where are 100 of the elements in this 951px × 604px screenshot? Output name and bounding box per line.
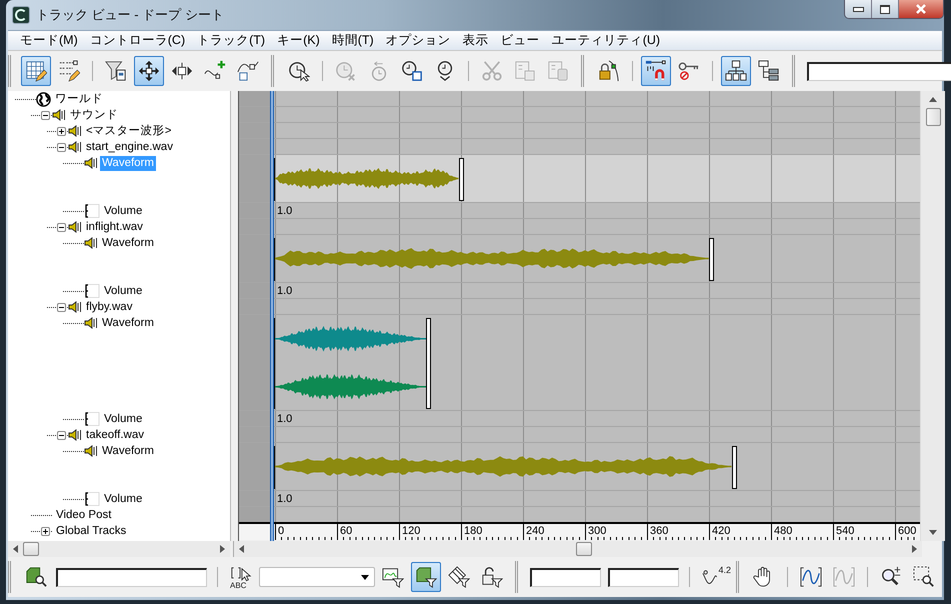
tree-item[interactable]: Waveform [100,444,156,458]
menu-item[interactable]: オプション [380,32,457,49]
ruler-label: 120 [399,524,461,540]
menu-item[interactable]: ユーティリティ(U) [546,32,666,49]
key-prohibited-icon [678,60,700,82]
hierarchy-button[interactable] [721,56,751,86]
scroll-up-arrow[interactable] [929,97,937,102]
ruler-label: 0 [275,524,337,540]
tree-item[interactable]: Global Tracks [54,524,128,538]
tree-item[interactable]: start_engine.wav [84,140,175,154]
copy-blocks-icon [514,60,536,82]
curve-plus-icon [204,60,226,82]
expand-toggle[interactable] [57,222,66,232]
tree-item[interactable]: Volume [102,412,144,426]
table-pencil-button[interactable] [21,56,51,86]
menu-item[interactable]: コントローラ(C) [84,32,192,49]
minimize-button[interactable] [845,0,872,18]
clock-square-icon [401,60,423,82]
tree-item[interactable]: flyby.wav [84,300,134,314]
tree-item[interactable]: Volume [102,492,144,506]
text-field[interactable] [807,62,951,80]
scroll-thumb[interactable] [576,542,592,556]
expand-toggle[interactable] [41,526,50,536]
paste-blocks-icon [547,60,569,82]
speaker-icon [68,124,82,138]
expand-toggle[interactable] [57,126,66,136]
expand-toggle[interactable] [41,110,50,120]
menu-item[interactable]: 表示 [456,32,495,49]
curve-point-button[interactable]: 4.2 [698,562,728,592]
list-pencil-icon [58,60,80,82]
time-ruler[interactable]: 0 60 120 180 240 300 360 420 480 540 600 [239,522,920,540]
expand-toggle[interactable] [57,142,66,152]
speaker-icon [68,428,82,442]
clip-end-handle[interactable] [732,446,736,489]
time-slider[interactable] [270,91,274,541]
curve-funnel-icon [382,566,404,588]
expand-toggle[interactable] [57,430,66,440]
menu-item[interactable]: モード(M) [14,32,84,49]
menu-item[interactable]: ビュー [494,32,546,49]
scroll-thumb[interactable] [926,108,940,126]
move-arrows-button[interactable] [134,56,164,86]
clip-end-handle[interactable] [708,238,714,281]
window-title: トラック ビュー - ドープ シート [36,6,225,24]
table-pencil-icon [25,60,47,82]
cube-funnel-icon [415,566,437,588]
ruler-label: 360 [647,524,709,540]
clip-end-handle[interactable] [426,318,431,409]
tree-item[interactable]: サウンド [68,108,120,122]
tree-item[interactable]: Volume [102,204,144,218]
bracket-icon [84,412,100,426]
tree-item[interactable]: ワールド [53,92,105,106]
speaker-icon [84,316,98,330]
film-funnel-icon [448,566,470,588]
speaker-icon [68,140,82,154]
ruler-label: 540 [833,524,895,540]
clip-end-handle[interactable] [458,158,464,201]
curve-value: 4.2 [718,566,731,574]
abc-label: ABC [230,582,246,590]
cube-funnel-button[interactable] [411,562,441,592]
tree-item[interactable]: inflight.wav [84,220,145,234]
close-button[interactable] [899,0,943,18]
bracket-icon [84,204,100,218]
text-field[interactable] [56,568,207,586]
scroll-thumb[interactable] [23,542,39,556]
speaker-icon [52,108,66,122]
region-magnifier-icon [913,566,935,588]
tree-item[interactable]: Video Post [54,508,114,522]
ruler-label: 300 [585,524,647,540]
padlock-curve-icon [598,60,620,82]
curve-brackets-icon [800,566,822,588]
menu-item[interactable]: キー(K) [271,32,326,49]
bracket-icon [84,284,100,298]
text-field[interactable] [530,568,601,586]
slide-arrows-icon [171,60,193,82]
bracket-cursor-button[interactable]: ABC [226,562,256,592]
tree-item[interactable]: Waveform [100,236,156,250]
curve-square-icon [237,60,259,82]
menu-item[interactable]: 時間(T) [326,32,380,49]
clock-cross-icon [335,60,357,82]
expand-toggle[interactable] [57,302,66,312]
tree-item[interactable]: <マスター波形> [84,124,174,138]
menu-item[interactable]: トラック(T) [191,32,272,49]
speaker-icon [68,300,82,314]
tree-item[interactable]: Waveform [100,316,156,330]
tree-item[interactable]: Volume [102,284,144,298]
app-icon [12,6,30,24]
padlock-funnel-icon [481,566,503,588]
ruler-label: 480 [771,524,833,540]
scissors-icon [481,60,503,82]
close-icon [915,4,927,14]
text-field[interactable] [608,568,679,586]
scroll-down-arrow[interactable] [929,530,937,535]
speaker-icon [84,156,98,170]
speaker-icon [68,220,82,234]
hierarchy-icon [725,60,747,82]
tree-item[interactable]: takeoff.wav [84,428,146,442]
volume-value: 1.0 [277,205,292,217]
maximize-button[interactable] [872,0,899,18]
magnet-ruler-button[interactable] [641,56,671,86]
volume-value: 1.0 [277,413,292,425]
